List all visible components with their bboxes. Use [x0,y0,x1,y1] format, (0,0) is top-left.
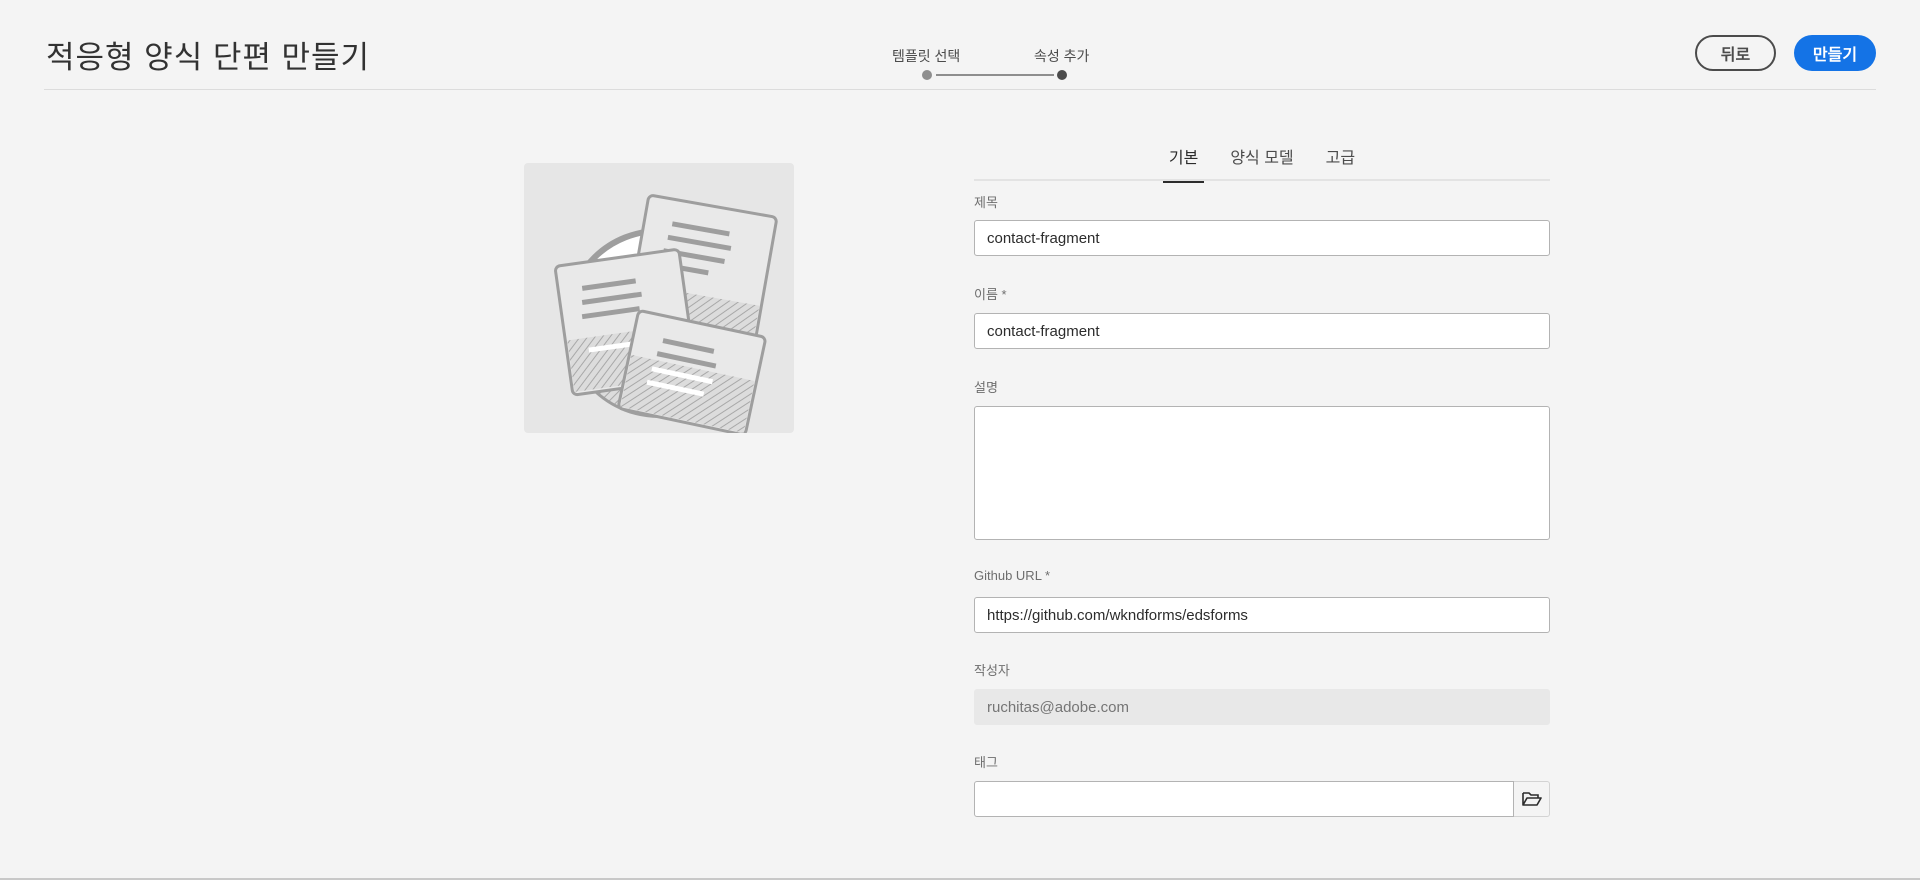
description-textarea[interactable] [974,406,1550,540]
page-title: 적응형 양식 단편 만들기 [46,40,371,75]
tab-advanced[interactable]: 고급 [1320,130,1361,181]
step-dot-properties [1057,70,1067,80]
tab-form-model[interactable]: 양식 모델 [1224,130,1299,181]
name-input[interactable] [974,313,1550,349]
step-dot-template [922,70,932,80]
folder-open-icon [1521,792,1542,806]
title-label: 제목 [974,195,998,210]
github-url-input[interactable] [974,597,1550,633]
author-input [974,689,1550,725]
step-label-template: 템플릿 선택 [892,48,961,64]
tags-label: 태그 [974,755,998,770]
form-fragment-illustration-icon [554,194,778,433]
author-label: 작성자 [974,663,1010,678]
title-input[interactable] [974,220,1550,256]
tab-basic[interactable]: 기본 [1162,130,1205,183]
step-label-properties: 속성 추가 [1034,48,1090,64]
back-button[interactable]: 뒤로 [1695,35,1776,71]
header-bar: 적응형 양식 단편 만들기 템플릿 선택 속성 추가 뒤로 만들기 [44,0,1876,90]
form-fragment-thumbnail [524,163,794,433]
wizard-stepper: 템플릿 선택 속성 추가 [844,0,1144,90]
github-url-label: Github URL * [974,568,1051,583]
properties-form: 기본 양식 모델 고급 제목 이름 * 설명 Github URL * 작성자 … [974,130,1550,817]
step-connector [936,74,1054,76]
description-label: 설명 [974,380,998,395]
tag-picker-button[interactable] [1514,781,1550,817]
tags-input[interactable] [974,781,1514,817]
properties-tabs: 기본 양식 모델 고급 [974,130,1550,183]
name-label: 이름 * [974,287,1007,302]
create-button[interactable]: 만들기 [1794,35,1876,71]
